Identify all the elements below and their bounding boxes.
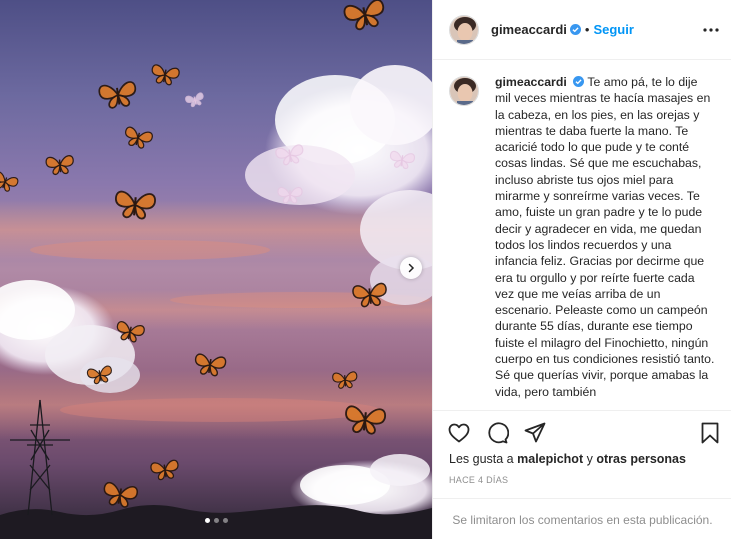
verified-badge-icon	[569, 24, 581, 35]
butterfly	[103, 481, 139, 508]
more-options-icon[interactable]	[702, 21, 720, 39]
caption-username[interactable]: gimeaccardi	[495, 75, 567, 89]
share-icon[interactable]	[523, 421, 547, 445]
butterfly	[150, 459, 179, 481]
butterfly	[98, 81, 137, 109]
butterfly	[151, 64, 180, 86]
carousel-dot	[213, 518, 219, 523]
post-actions-area: Les gusta a malepichot y otras personas …	[433, 410, 731, 539]
chevron-right-icon	[408, 263, 415, 273]
post-timestamp[interactable]: Hace 4 días	[449, 475, 508, 485]
likes-summary: Les gusta a malepichot y otras personas	[449, 452, 686, 466]
bookmark-icon[interactable]	[698, 421, 722, 445]
butterfly	[185, 92, 204, 108]
post-header: gimeaccardi • Seguir	[433, 0, 731, 60]
carousel-dot	[222, 518, 228, 523]
post-caption: gimeaccardi Te amo pá, te lo dije mil ve…	[495, 74, 716, 410]
likes-user-link[interactable]: malepichot	[517, 452, 583, 466]
follow-button[interactable]: Seguir	[593, 22, 633, 37]
caption-text: Te amo pá, te lo dije mil veces mientras…	[495, 75, 715, 399]
verified-badge-icon	[573, 76, 585, 87]
butterfly	[125, 126, 153, 149]
header-username[interactable]: gimeaccardi	[491, 22, 567, 37]
avatar-image	[450, 77, 478, 105]
action-buttons	[447, 421, 547, 445]
post-side-panel: gimeaccardi • Seguir gimeaccardi Te amo …	[432, 0, 731, 539]
comment-icon[interactable]	[485, 421, 509, 445]
butterfly	[343, 0, 385, 31]
caption-avatar[interactable]	[449, 76, 479, 106]
carousel-indicator	[0, 518, 432, 523]
post-image[interactable]	[0, 0, 432, 539]
instagram-post: gimeaccardi • Seguir gimeaccardi Te amo …	[0, 0, 731, 539]
heart-icon[interactable]	[447, 421, 471, 445]
likes-connector: y	[586, 452, 593, 466]
comments-limited-notice: Se limitaron los comentarios en esta pub…	[433, 498, 731, 540]
likes-others-link[interactable]: otras personas	[596, 452, 686, 466]
comments-section: gimeaccardi Te amo pá, te lo dije mil ve…	[433, 60, 731, 410]
sky-butterflies-image	[0, 0, 432, 539]
next-image-button[interactable]	[400, 257, 422, 279]
avatar-image	[450, 15, 478, 44]
avatar[interactable]	[449, 14, 479, 45]
likes-prefix: Les gusta a	[449, 452, 514, 466]
butterfly	[45, 155, 74, 176]
carousel-dot	[204, 518, 210, 523]
separator-dot: •	[584, 22, 590, 37]
butterfly	[0, 171, 19, 192]
